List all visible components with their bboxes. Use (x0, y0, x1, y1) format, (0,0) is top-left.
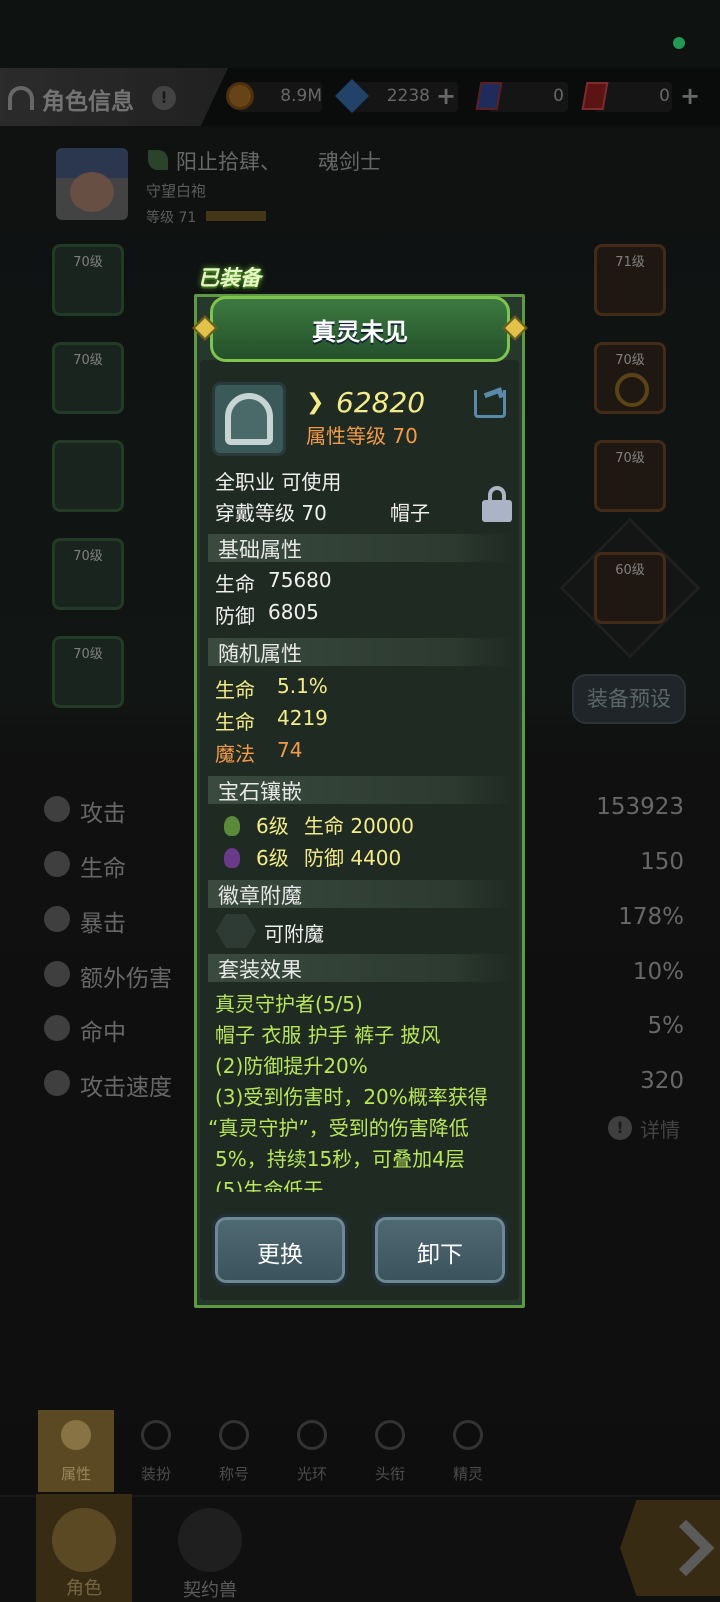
equipped-badge: 已装备 (198, 266, 261, 290)
section-gems: 宝石镶嵌 (208, 776, 513, 804)
gem-attr: 防御 4400 (304, 846, 402, 870)
gem-level: 6级 (256, 846, 289, 870)
lock-body (482, 500, 512, 522)
section-set: 套装效果 (208, 954, 513, 982)
item-attr-level: 属性等级 70 (306, 424, 418, 448)
gem-level: 6级 (256, 814, 289, 838)
random-attr-name: 生命 (215, 678, 255, 702)
random-attr-value: 4219 (277, 706, 328, 730)
replace-button[interactable]: 更换 (212, 1214, 348, 1286)
section-title: 套装效果 (218, 958, 302, 982)
item-title: 真灵未见 (312, 318, 408, 346)
unequip-label: 卸下 (417, 1242, 463, 1268)
set-line: 帽子 衣服 护手 裤子 披风 (215, 1023, 441, 1047)
screen: 角色信息 ! 8.9M 2238 + 0 0 + 阳止拾肆、 魂剑士 守望白袍 … (0, 0, 720, 1602)
section-base: 基础属性 (208, 534, 513, 562)
section-title: 随机属性 (218, 642, 302, 666)
slot-type: 帽子 (390, 501, 430, 525)
item-icon-frame (212, 382, 286, 456)
gem-purple-icon (224, 848, 240, 868)
set-line: 真灵守护者(5/5) (215, 992, 363, 1016)
random-attr-value: 74 (277, 738, 303, 762)
set-line: (5)生命低于 (215, 1178, 324, 1192)
set-line: (3)受到伤害时，20%概率获得 (215, 1085, 488, 1109)
hood-icon (225, 393, 273, 445)
set-line: 5%，持续15秒，可叠加4层 (215, 1147, 465, 1171)
gem-green-icon (224, 816, 240, 836)
section-random: 随机属性 (208, 638, 513, 666)
base-attr-value: 6805 (268, 600, 319, 624)
item-power: 62820 (336, 386, 426, 419)
set-effects-scroll[interactable]: 真灵守护者(5/5) 帽子 衣服 护手 裤子 披风 (2)防御提升20% (3)… (208, 986, 514, 1192)
section-title: 徽章附魔 (218, 884, 302, 908)
share-arrow (483, 387, 505, 403)
share-icon[interactable] (474, 387, 506, 418)
set-line: (2)防御提升20% (215, 1054, 368, 1078)
unequip-button[interactable]: 卸下 (372, 1214, 508, 1286)
section-title: 基础属性 (218, 538, 302, 562)
random-attr-value: 5.1% (277, 674, 328, 698)
base-attr-value: 75680 (268, 568, 332, 592)
gem-attr: 生命 20000 (304, 814, 414, 838)
random-attr-name: 魔法 (215, 742, 255, 766)
random-attr-name: 生命 (215, 710, 255, 734)
section-title: 宝石镶嵌 (218, 780, 302, 804)
replace-label: 更换 (257, 1242, 303, 1268)
base-attr-name: 生命 (215, 572, 255, 596)
set-line: “真灵守护”，受到的伤害降低 (208, 1116, 469, 1140)
usable-text: 全职业 可使用 (215, 470, 342, 494)
power-icon: ❯ (306, 390, 325, 415)
wear-level: 穿戴等级 70 (215, 501, 327, 525)
badge-text: 可附魔 (264, 922, 324, 946)
base-attr-name: 防御 (215, 604, 255, 628)
lock-icon[interactable] (482, 486, 512, 522)
section-badge: 徽章附魔 (208, 880, 513, 908)
